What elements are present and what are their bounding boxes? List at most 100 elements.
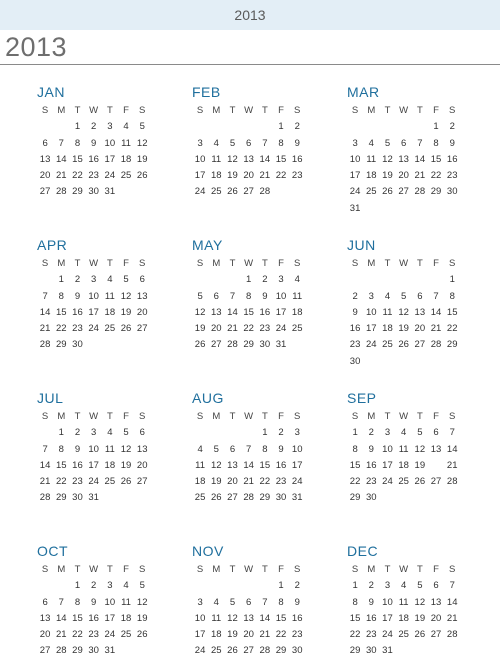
- day-cell[interactable]: 28: [224, 337, 240, 353]
- day-cell[interactable]: 20: [412, 321, 428, 337]
- month-name[interactable]: AUG: [192, 389, 224, 407]
- day-cell[interactable]: 16: [363, 611, 379, 627]
- day-cell[interactable]: 30: [289, 643, 305, 656]
- day-cell[interactable]: 15: [347, 611, 363, 627]
- day-cell[interactable]: 5: [396, 289, 412, 305]
- day-cell[interactable]: 24: [273, 321, 289, 337]
- day-cell[interactable]: 16: [69, 458, 85, 474]
- day-cell[interactable]: 16: [273, 458, 289, 474]
- day-cell[interactable]: 9: [69, 289, 85, 305]
- day-cell[interactable]: 1: [257, 425, 273, 441]
- day-cell[interactable]: 22: [69, 168, 85, 184]
- day-cell[interactable]: 26: [412, 627, 428, 643]
- day-cell[interactable]: 26: [379, 184, 395, 200]
- day-cell[interactable]: 2: [69, 425, 85, 441]
- day-cell[interactable]: 12: [134, 136, 150, 152]
- day-cell[interactable]: 15: [257, 458, 273, 474]
- day-cell[interactable]: 29: [273, 643, 289, 656]
- day-cell[interactable]: 1: [273, 578, 289, 594]
- day-cell[interactable]: 20: [208, 321, 224, 337]
- day-cell[interactable]: 1: [53, 425, 69, 441]
- day-cell[interactable]: 10: [86, 289, 102, 305]
- day-cell[interactable]: 21: [444, 611, 460, 627]
- day-cell[interactable]: 28: [412, 184, 428, 200]
- day-cell[interactable]: 26: [118, 474, 134, 490]
- day-cell[interactable]: 29: [444, 337, 460, 353]
- day-cell[interactable]: 31: [379, 643, 395, 656]
- day-cell[interactable]: 18: [208, 627, 224, 643]
- day-cell[interactable]: 19: [379, 168, 395, 184]
- day-cell[interactable]: 1: [347, 578, 363, 594]
- day-cell[interactable]: 13: [412, 305, 428, 321]
- day-cell[interactable]: 2: [273, 425, 289, 441]
- day-cell[interactable]: 21: [37, 321, 53, 337]
- day-cell[interactable]: 9: [289, 136, 305, 152]
- day-cell[interactable]: 11: [208, 611, 224, 627]
- day-cell[interactable]: 23: [69, 474, 85, 490]
- day-cell[interactable]: 18: [192, 474, 208, 490]
- day-cell[interactable]: 5: [208, 442, 224, 458]
- day-cell[interactable]: 14: [412, 152, 428, 168]
- day-cell[interactable]: 5: [118, 425, 134, 441]
- day-cell[interactable]: 11: [192, 458, 208, 474]
- day-cell[interactable]: 29: [53, 337, 69, 353]
- day-cell[interactable]: 21: [224, 321, 240, 337]
- day-cell[interactable]: 8: [273, 595, 289, 611]
- day-cell[interactable]: 8: [347, 442, 363, 458]
- day-cell[interactable]: 3: [192, 136, 208, 152]
- day-cell[interactable]: 9: [444, 136, 460, 152]
- day-cell[interactable]: 8: [69, 136, 85, 152]
- day-cell[interactable]: 17: [192, 627, 208, 643]
- day-cell[interactable]: 10: [273, 289, 289, 305]
- day-cell[interactable]: 28: [428, 337, 444, 353]
- month-name[interactable]: NOV: [192, 542, 224, 560]
- day-cell[interactable]: 2: [69, 272, 85, 288]
- day-cell[interactable]: 20: [134, 305, 150, 321]
- day-cell[interactable]: 18: [118, 152, 134, 168]
- day-cell[interactable]: 1: [69, 119, 85, 135]
- day-cell[interactable]: 16: [69, 305, 85, 321]
- day-cell[interactable]: 4: [208, 595, 224, 611]
- day-cell[interactable]: 10: [289, 442, 305, 458]
- day-cell[interactable]: 14: [37, 305, 53, 321]
- day-cell[interactable]: 30: [257, 337, 273, 353]
- day-cell[interactable]: 18: [289, 305, 305, 321]
- day-cell[interactable]: 6: [428, 425, 444, 441]
- day-cell[interactable]: 4: [102, 272, 118, 288]
- day-cell[interactable]: 11: [208, 152, 224, 168]
- day-cell[interactable]: 20: [241, 168, 257, 184]
- month-name[interactable]: SEP: [347, 389, 377, 407]
- day-cell[interactable]: 6: [134, 272, 150, 288]
- day-cell[interactable]: 30: [363, 643, 379, 656]
- day-cell[interactable]: 18: [102, 305, 118, 321]
- day-cell[interactable]: 3: [363, 289, 379, 305]
- day-cell[interactable]: 15: [53, 458, 69, 474]
- day-cell[interactable]: 5: [224, 595, 240, 611]
- day-cell[interactable]: 29: [69, 184, 85, 200]
- day-cell[interactable]: 27: [208, 337, 224, 353]
- day-cell[interactable]: 25: [363, 184, 379, 200]
- day-cell[interactable]: 30: [69, 337, 85, 353]
- day-cell[interactable]: 29: [257, 490, 273, 506]
- day-cell[interactable]: 15: [273, 611, 289, 627]
- day-cell[interactable]: 12: [379, 152, 395, 168]
- day-cell[interactable]: 18: [379, 321, 395, 337]
- day-cell[interactable]: 29: [428, 184, 444, 200]
- day-cell[interactable]: 4: [396, 578, 412, 594]
- day-cell[interactable]: 16: [363, 458, 379, 474]
- day-cell[interactable]: 14: [257, 152, 273, 168]
- day-cell[interactable]: 30: [86, 643, 102, 656]
- day-cell[interactable]: 25: [208, 184, 224, 200]
- day-cell[interactable]: 16: [444, 152, 460, 168]
- day-cell[interactable]: 24: [86, 474, 102, 490]
- day-cell[interactable]: 23: [289, 168, 305, 184]
- day-cell[interactable]: 11: [118, 136, 134, 152]
- day-cell[interactable]: 9: [363, 595, 379, 611]
- day-cell[interactable]: 2: [289, 578, 305, 594]
- day-cell[interactable]: 11: [363, 152, 379, 168]
- day-cell[interactable]: 20: [428, 611, 444, 627]
- day-cell[interactable]: 28: [444, 474, 460, 490]
- day-cell[interactable]: 16: [289, 152, 305, 168]
- month-name[interactable]: JUL: [37, 389, 63, 407]
- day-cell[interactable]: 4: [118, 119, 134, 135]
